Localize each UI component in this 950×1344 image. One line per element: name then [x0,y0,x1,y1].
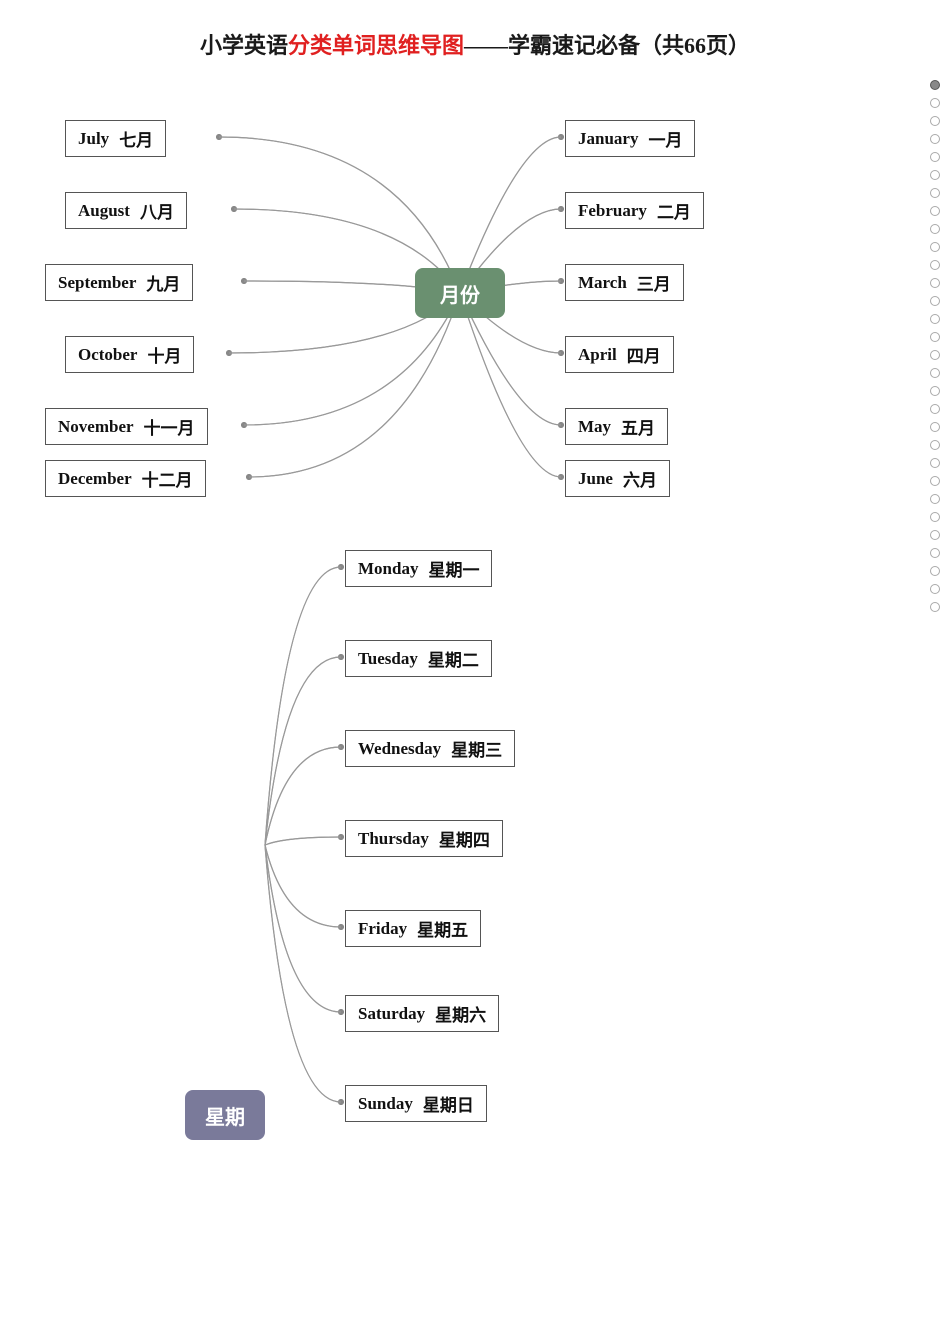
side-dot[interactable] [930,458,940,468]
side-dot[interactable] [930,242,940,252]
weekday-friday: Friday星期五 [345,910,481,947]
side-dot[interactable] [930,584,940,594]
month-december: December十二月 [45,460,206,497]
side-dot[interactable] [930,566,940,576]
side-dot[interactable] [930,350,940,360]
side-dot[interactable] [930,386,940,396]
month-june: June六月 [565,460,670,497]
month-october: October十月 [65,336,194,373]
side-dot[interactable] [930,224,940,234]
weekday-saturday: Saturday星期六 [345,995,499,1032]
side-dot[interactable] [930,422,940,432]
month-november: November十一月 [45,408,208,445]
side-dot[interactable] [930,548,940,558]
weekday-sunday: Sunday星期日 [345,1085,487,1122]
weekday-wednesday: Wednesday星期三 [345,730,515,767]
month-may: May五月 [565,408,668,445]
side-dot[interactable] [930,80,940,90]
title-part3: 思维导图 [376,33,464,58]
weekday-monday: Monday星期一 [345,550,492,587]
month-march: March三月 [565,264,684,301]
month-april: April四月 [565,336,674,373]
side-dot[interactable] [930,314,940,324]
side-dot[interactable] [930,260,940,270]
side-dot[interactable] [930,188,940,198]
month-february: February二月 [565,192,704,229]
side-dot[interactable] [930,152,940,162]
side-navigation [930,80,940,612]
side-dot[interactable] [930,440,940,450]
side-dot[interactable] [930,476,940,486]
page-title: 小学英语分类单词思维导图——学霸速记必备（共66页） [0,0,950,70]
month-august: August八月 [65,192,187,229]
side-dot[interactable] [930,368,940,378]
mind-map-container: 月份 July七月 August八月 September九月 October十月… [25,80,925,1190]
side-dot[interactable] [930,494,940,504]
side-dot[interactable] [930,206,940,216]
side-dot[interactable] [930,134,940,144]
months-section: 月份 July七月 August八月 September九月 October十月… [25,80,925,510]
weekdays-center-node: 星期 [185,1090,265,1140]
title-part1: 小学英语 [200,33,288,58]
side-dot[interactable] [930,602,940,612]
side-dot[interactable] [930,278,940,288]
side-dot[interactable] [930,530,940,540]
title-part2: 分类单词 [288,33,376,58]
month-july: July七月 [65,120,166,157]
weekdays-section: 星期 Monday星期一 Tuesday星期二 Wednesday星期三 Thu… [25,530,925,1190]
side-dot[interactable] [930,170,940,180]
side-dot[interactable] [930,404,940,414]
side-dot[interactable] [930,332,940,342]
side-dot[interactable] [930,296,940,306]
months-center-node: 月份 [415,268,505,318]
side-dot[interactable] [930,98,940,108]
weekday-thursday: Thursday星期四 [345,820,503,857]
side-dot[interactable] [930,512,940,522]
weekday-tuesday: Tuesday星期二 [345,640,492,677]
title-part4: ——学霸速记必备（共66页） [464,33,750,58]
month-september: September九月 [45,264,193,301]
month-january: January一月 [565,120,695,157]
side-dot[interactable] [930,116,940,126]
